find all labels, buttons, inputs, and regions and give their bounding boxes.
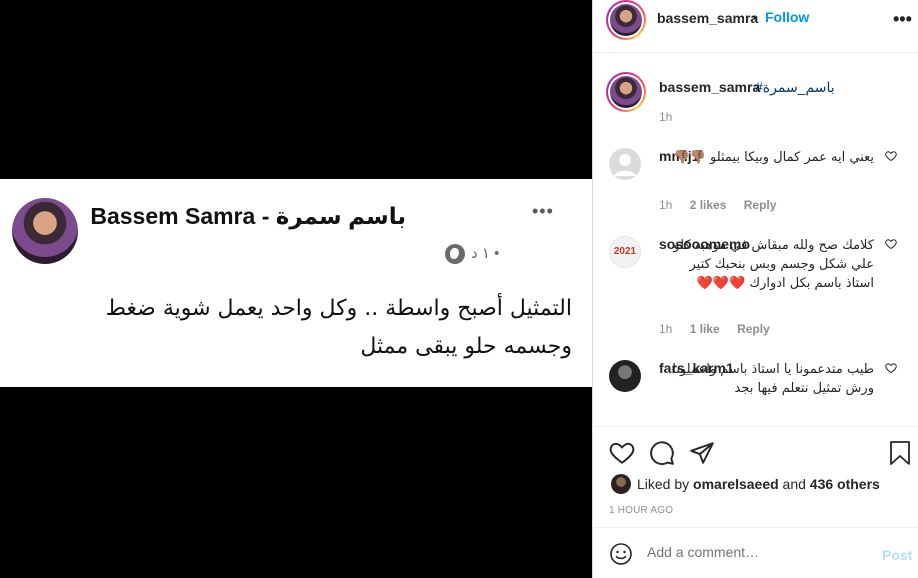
default-avatar-icon	[614, 154, 636, 176]
facebook-more-icon: •••	[532, 201, 554, 221]
comment-meta: 1h 1 like Reply	[659, 322, 784, 336]
liked-by-prefix: Liked by	[637, 476, 690, 492]
facebook-author-name: Bassem Samra - باسم سمرة	[90, 203, 406, 229]
add-comment-bar: Post	[593, 527, 918, 578]
heart-icon[interactable]	[609, 440, 635, 466]
author-username[interactable]: bassem_samra	[657, 10, 758, 26]
facebook-post-time: ١ د •	[471, 245, 500, 262]
comment-time[interactable]: 1h	[659, 322, 672, 336]
post-header: bassem_samra • Follow •••	[593, 0, 918, 53]
liked-by-and: and	[782, 476, 806, 492]
comment-icon[interactable]	[649, 440, 675, 466]
facebook-post-meta: ١ د •	[445, 244, 515, 268]
comment-likes[interactable]: 1 like	[690, 322, 720, 336]
comment-input[interactable]	[647, 544, 867, 560]
comment-avatar[interactable]: 2021	[609, 236, 641, 268]
comment-time[interactable]: 1h	[659, 198, 672, 212]
caption-time[interactable]: 1h	[659, 110, 672, 124]
comment-reply-button[interactable]: Reply	[737, 322, 770, 336]
post-sidebar: bassem_samra • Follow ••• bassem_samra #…	[592, 0, 918, 578]
comment-likes[interactable]: 2 likes	[690, 198, 727, 212]
more-options-icon[interactable]: •••	[893, 9, 912, 30]
facebook-post-text: التمثيل أصبح واسطة .. وكل واحد يعمل شوية…	[105, 296, 572, 359]
post-actions: Liked by omarelsaeed and 436 others 1 HO…	[593, 426, 918, 526]
liker-avatar[interactable]	[611, 474, 631, 494]
share-icon[interactable]	[689, 440, 715, 466]
comment-avatar[interactable]	[609, 148, 641, 180]
separator-dot: •	[753, 9, 758, 25]
post-time[interactable]: 1 HOUR AGO	[609, 505, 673, 516]
caption-username[interactable]: bassem_samra	[659, 79, 760, 95]
liker-username[interactable]: omarelsaeed	[693, 476, 779, 492]
follow-button[interactable]: Follow	[765, 9, 809, 25]
emoji-icon[interactable]	[609, 542, 633, 566]
caption-avatar[interactable]	[606, 72, 646, 112]
comment-text: طيب متدعمونا يا استاذ باسم واعملونا ورش …	[672, 362, 874, 396]
liked-by-text: Liked by omarelsaeed and 436 others	[637, 476, 880, 492]
author-avatar[interactable]	[606, 0, 646, 40]
post-comment-button[interactable]: Post	[882, 547, 912, 563]
comment-like-icon[interactable]	[885, 150, 897, 165]
liked-by: Liked by omarelsaeed and 436 others	[609, 473, 918, 495]
bookmark-icon[interactable]	[888, 440, 914, 466]
comment-meta: 1h 2 likes Reply	[659, 198, 790, 212]
comment-reply-button[interactable]: Reply	[744, 198, 777, 212]
post-media[interactable]: Bassem Samra - باسم سمرة ••• ١ د • التمث…	[0, 0, 592, 578]
likes-count[interactable]: 436 others	[810, 476, 880, 492]
comment-avatar[interactable]	[609, 360, 641, 392]
facebook-avatar	[12, 198, 78, 264]
caption-hashtag[interactable]: #باسم_سمرة	[755, 79, 835, 96]
avatar-label: 2021	[613, 246, 637, 257]
globe-icon	[445, 244, 465, 265]
comment-like-icon[interactable]	[885, 362, 897, 377]
comment-like-icon[interactable]	[885, 238, 897, 253]
comment-text: يعني ايه عمر كمال وبيكا بيمثلو 👎🏽👎🏽	[673, 150, 874, 165]
comment-text: كلامك صح ولله مبقاش في موهبه كلو علي شكل…	[673, 238, 874, 291]
